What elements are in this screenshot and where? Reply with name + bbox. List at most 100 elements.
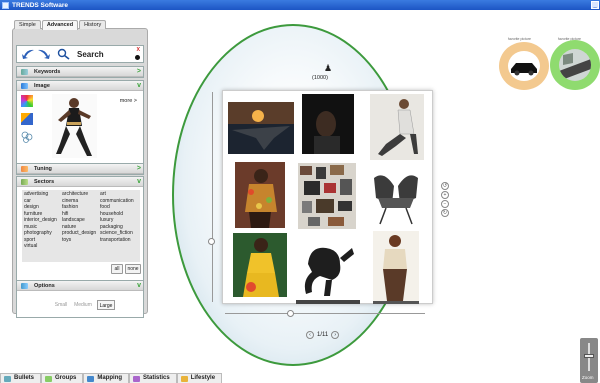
search-icon[interactable] xyxy=(57,48,71,60)
back-arrow-icon[interactable] xyxy=(21,48,35,60)
status-dot-icon xyxy=(135,55,140,60)
texture-circles-icon[interactable] xyxy=(21,131,33,143)
result-photo[interactable] xyxy=(364,168,428,226)
zoom-out-icon[interactable]: − xyxy=(441,200,449,208)
sectors-section: Sectors v advertising architecture art car c… xyxy=(16,176,144,282)
zoom-control: Zoom xyxy=(580,338,598,383)
collapse-icon[interactable]: v xyxy=(137,82,141,90)
vertical-slider-knob[interactable] xyxy=(208,238,215,245)
color-palette-icon[interactable] xyxy=(21,95,33,107)
keywords-icon xyxy=(21,68,28,75)
tuning-icon xyxy=(21,165,28,172)
pagination: ‹ 1/11 › xyxy=(306,331,340,339)
search-button[interactable]: Search xyxy=(77,50,104,59)
partial-result-photo[interactable] xyxy=(373,301,419,304)
options-section: Options v Small Medium Large xyxy=(16,280,144,318)
view-controls: ↺ + − ↻ xyxy=(441,182,450,218)
tuning-header[interactable]: Tuning > xyxy=(17,164,143,174)
tab-advanced[interactable]: Advanced xyxy=(41,20,79,30)
tab-groups[interactable]: Groups xyxy=(41,373,84,383)
result-photo[interactable] xyxy=(370,94,424,160)
size-small-option[interactable]: Small xyxy=(53,300,69,310)
title-bar: TRENDS Software _ xyxy=(0,0,600,10)
result-count: (1000) xyxy=(312,75,328,81)
result-photo[interactable] xyxy=(228,102,294,154)
keywords-header[interactable]: Keywords > xyxy=(17,67,143,77)
sectors-icon xyxy=(21,178,28,185)
keywords-label: Keywords xyxy=(34,68,61,75)
options-icon xyxy=(21,282,28,289)
shape-tool-icon[interactable] xyxy=(21,113,33,125)
tab-statistics[interactable]: Statistics xyxy=(129,373,177,383)
collapse-icon[interactable]: v xyxy=(137,178,141,186)
options-label: Options xyxy=(34,282,55,289)
previous-page-icon[interactable]: ‹ xyxy=(306,331,314,339)
collapse-icon[interactable]: v xyxy=(137,282,141,290)
select-all-button[interactable]: all xyxy=(111,264,123,274)
result-photo[interactable] xyxy=(233,233,287,297)
expand-icon[interactable]: > xyxy=(137,68,141,76)
app-icon xyxy=(2,1,9,9)
forward-arrow-icon[interactable] xyxy=(37,48,51,60)
mapping-icon xyxy=(87,375,95,382)
bottom-tabs: Bullets Groups Mapping Statistics Lifest… xyxy=(0,373,223,383)
size-large-option[interactable]: Large xyxy=(97,300,115,310)
tab-label: Statistics xyxy=(143,375,170,381)
bullets-icon xyxy=(4,375,11,382)
options-body: Small Medium Large xyxy=(17,291,143,317)
statistics-icon xyxy=(133,375,141,382)
tab-label: Mapping xyxy=(97,375,123,381)
tab-simple[interactable]: Simple xyxy=(14,20,41,29)
sectors-header[interactable]: Sectors v xyxy=(17,177,143,187)
partial-result-photo[interactable] xyxy=(296,300,360,304)
tuning-section: Tuning > xyxy=(16,163,144,175)
result-photo[interactable] xyxy=(235,162,285,228)
tab-mapping[interactable]: Mapping xyxy=(83,373,130,383)
size-medium-option[interactable]: Medium xyxy=(73,300,93,310)
favorite-car-thumbnail[interactable] xyxy=(508,51,540,81)
zoom-knob[interactable] xyxy=(584,354,594,358)
zoom-label: Zoom xyxy=(582,375,594,380)
horizontal-slider-knob[interactable] xyxy=(287,310,294,317)
favorite-label: favorite picture xyxy=(508,37,531,41)
window-title: TRENDS Software xyxy=(12,1,68,9)
vertical-slider-track xyxy=(212,92,213,302)
minimize-button[interactable]: _ xyxy=(591,1,599,9)
more-link[interactable]: more > xyxy=(120,98,137,104)
next-page-icon[interactable]: › xyxy=(331,331,340,339)
tab-bullets[interactable]: Bullets xyxy=(0,373,42,383)
search-tabs: Simple Advanced History xyxy=(14,20,107,30)
sectors-label: Sectors xyxy=(34,178,55,185)
image-icon xyxy=(21,82,28,89)
tab-lifestyle[interactable]: Lifestyle xyxy=(176,373,223,383)
query-image-thumbnail[interactable] xyxy=(52,94,97,158)
result-photo[interactable] xyxy=(373,231,419,301)
favorite-road-thumbnail[interactable] xyxy=(559,49,591,81)
result-photo[interactable] xyxy=(298,163,356,229)
sectors-list: advertising architecture art car cinema commu… xyxy=(22,190,140,262)
rotate-up-icon[interactable]: ↺ xyxy=(441,182,449,190)
tab-label: Bullets xyxy=(14,375,35,381)
sectors-body: advertising architecture art car cinema commu… xyxy=(17,187,143,281)
sector-item[interactable]: transportation xyxy=(100,237,138,244)
groups-icon xyxy=(45,375,53,382)
lifestyle-icon xyxy=(180,375,188,382)
sector-item[interactable]: virtual xyxy=(24,243,62,250)
options-header[interactable]: Options v xyxy=(17,281,143,291)
sector-item[interactable]: toys xyxy=(62,237,100,244)
result-photo[interactable] xyxy=(302,94,354,154)
user-marker-icon: ♟ xyxy=(324,63,333,73)
page-indicator: 1/11 xyxy=(317,332,329,338)
tab-history[interactable]: History xyxy=(79,20,107,29)
image-label: Image xyxy=(34,82,50,89)
tuning-label: Tuning xyxy=(34,165,52,172)
rotate-down-icon[interactable]: ↻ xyxy=(441,209,449,217)
zoom-in-icon[interactable]: + xyxy=(441,191,449,199)
tab-label: Groups xyxy=(55,375,77,381)
keywords-section: Keywords > xyxy=(16,66,144,78)
select-none-button[interactable]: none xyxy=(125,264,141,274)
expand-icon[interactable]: > xyxy=(137,165,141,173)
result-photo[interactable] xyxy=(296,236,360,300)
close-search-icon[interactable]: x xyxy=(137,46,141,53)
image-header[interactable]: Image v xyxy=(17,81,143,91)
